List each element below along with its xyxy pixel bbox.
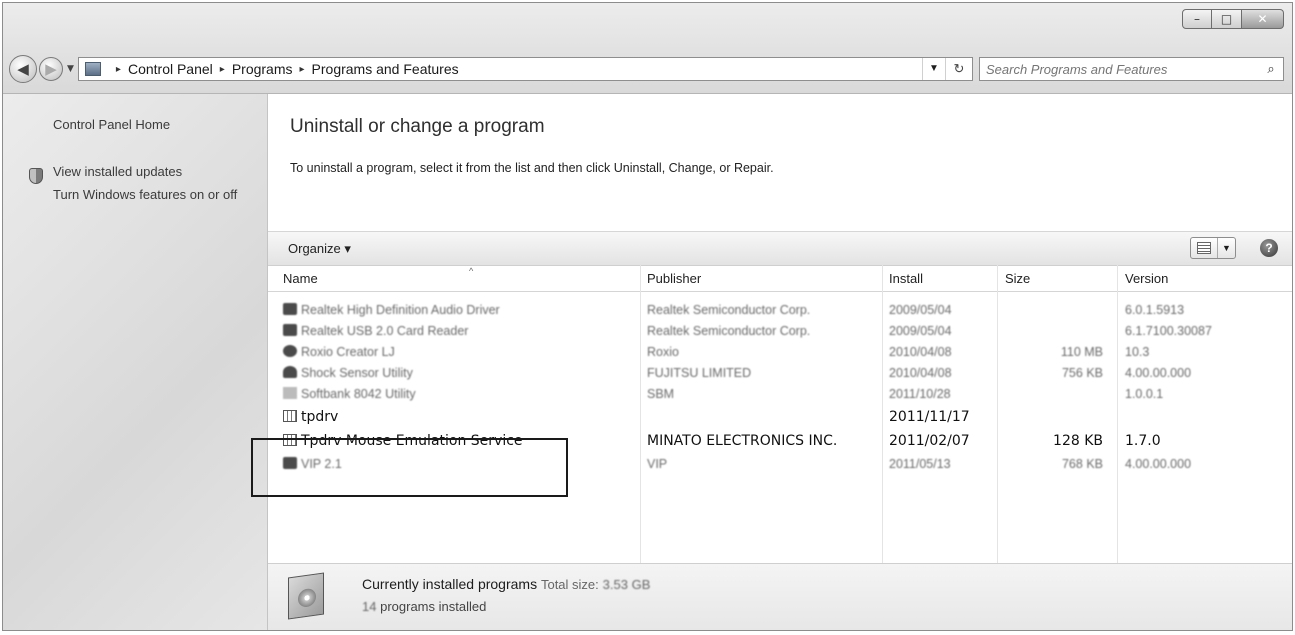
table-row[interactable]: Realtek High Definition Audio Driver Rea… <box>268 301 1292 322</box>
window-controls: – □ ✕ <box>1182 9 1284 29</box>
programs-and-features-window: – □ ✕ ◀ ▶ ▼ ▸ Control Panel ▸ Programs ▸… <box>2 2 1293 631</box>
control-panel-home-link[interactable]: Control Panel Home <box>53 117 170 132</box>
program-install-date: 2010/04/08 <box>889 366 952 380</box>
column-header-version[interactable]: Version <box>1125 271 1168 286</box>
program-publisher: Realtek Semiconductor Corp. <box>647 324 811 338</box>
details-summary: Currently installed programs Total size:… <box>362 576 650 592</box>
table-header: Name ^ Publisher Install Size Version <box>268 265 1292 292</box>
breadcrumb-separator-icon[interactable]: ▸ <box>300 64 305 75</box>
view-dropdown-icon[interactable]: ▼ <box>1218 238 1235 258</box>
breadcrumb-control-panel[interactable]: Control Panel <box>128 61 213 77</box>
program-name: tpdrv <box>301 409 339 425</box>
shield-icon <box>29 168 43 184</box>
program-name: Roxio Creator LJ <box>301 345 395 359</box>
left-navigation-pane: Control Panel Home View installed update… <box>3 94 268 630</box>
address-dropdown-icon[interactable]: ▼ <box>922 58 945 80</box>
column-header-publisher[interactable]: Publisher <box>647 271 701 286</box>
maximize-button[interactable]: □ <box>1212 9 1242 29</box>
window-chrome: – □ ✕ ◀ ▶ ▼ ▸ Control Panel ▸ Programs ▸… <box>3 3 1292 94</box>
search-box[interactable]: ⌕ <box>979 57 1284 81</box>
table-row[interactable]: Roxio Creator LJ Roxio 2010/04/08 110 MB… <box>268 343 1292 364</box>
installed-programs-icon <box>288 572 324 620</box>
view-installed-updates-link[interactable]: View installed updates <box>53 164 182 179</box>
program-version: 4.00.00.000 <box>1125 457 1192 471</box>
command-toolbar: Organize ▾ ▼ ? <box>268 231 1292 266</box>
audio-driver-icon <box>283 303 297 315</box>
program-version: 4.00.00.000 <box>1125 366 1192 380</box>
column-header-name[interactable]: Name ^ <box>283 266 473 286</box>
help-icon[interactable]: ? <box>1260 239 1278 257</box>
table-row[interactable]: Softbank 8042 Utility SBM 2011/10/28 1.0… <box>268 385 1292 406</box>
program-size: 756 KB <box>1061 366 1103 380</box>
back-button[interactable]: ◀ <box>9 55 37 83</box>
program-publisher: Realtek Semiconductor Corp. <box>647 303 811 317</box>
minimize-button[interactable]: – <box>1182 9 1212 29</box>
details-title: Currently installed programs <box>362 576 538 592</box>
program-name: Softbank 8042 Utility <box>301 387 416 401</box>
program-publisher: SBM <box>647 387 675 401</box>
windows-features-link[interactable]: Turn Windows features on or off <box>53 187 258 202</box>
recent-pages-dropdown[interactable]: ▼ <box>67 64 74 74</box>
highlight-annotation-box <box>251 438 568 497</box>
program-name: Realtek High Definition Audio Driver <box>301 303 500 317</box>
program-name: Shock Sensor Utility <box>301 366 413 380</box>
program-version: 6.0.1.5913 <box>1125 303 1185 317</box>
program-publisher: Roxio <box>647 345 679 359</box>
breadcrumb-separator-icon[interactable]: ▸ <box>116 64 121 75</box>
table-row[interactable]: Shock Sensor Utility FUJITSU LIMITED 201… <box>268 364 1292 385</box>
column-header-install[interactable]: Install <box>889 271 923 286</box>
program-install-date: 2009/05/04 <box>889 303 952 317</box>
program-size: 128 KB <box>1053 433 1103 449</box>
table-row[interactable]: tpdrv 2011/11/17 <box>268 407 1292 428</box>
address-bar[interactable]: ▸ Control Panel ▸ Programs ▸ Programs an… <box>77 57 973 81</box>
total-size-label: Total size: <box>540 577 599 592</box>
table-row[interactable]: Realtek USB 2.0 Card Reader Realtek Semi… <box>268 322 1292 343</box>
page-instructions: To uninstall a program, select it from t… <box>290 161 774 175</box>
program-install-date: 2011/02/07 <box>889 433 970 449</box>
page-title: Uninstall or change a program <box>290 116 545 137</box>
program-install-date: 2009/05/04 <box>889 324 952 338</box>
program-install-date: 2010/04/08 <box>889 345 952 359</box>
breadcrumb-programs-and-features[interactable]: Programs and Features <box>312 61 459 77</box>
details-pane: Currently installed programs Total size:… <box>268 563 1292 630</box>
program-install-date: 2011/05/13 <box>889 457 951 471</box>
forward-button[interactable]: ▶ <box>39 57 63 81</box>
details-view-icon[interactable] <box>1191 238 1218 258</box>
program-name: Realtek USB 2.0 Card Reader <box>301 324 469 338</box>
program-count-value: 14 <box>362 599 377 614</box>
shock-sensor-icon <box>283 366 297 378</box>
search-input[interactable] <box>980 60 1259 78</box>
refresh-icon[interactable]: ↻ <box>945 58 972 80</box>
program-version: 6.1.7100.30087 <box>1125 324 1212 338</box>
program-window-icon <box>283 410 297 422</box>
search-icon[interactable]: ⌕ <box>1259 61 1283 77</box>
navigation-row: ◀ ▶ ▼ ▸ Control Panel ▸ Programs ▸ Progr… <box>9 53 1284 85</box>
program-count-label: programs installed <box>380 599 487 614</box>
column-header-size[interactable]: Size <box>1005 271 1030 286</box>
breadcrumb-separator-icon[interactable]: ▸ <box>220 64 225 75</box>
utility-icon <box>283 387 297 399</box>
roxio-icon <box>283 345 297 357</box>
program-count: 14 programs installed <box>362 599 486 614</box>
program-version: 1.7.0 <box>1125 433 1161 449</box>
close-button[interactable]: ✕ <box>1242 9 1284 29</box>
card-reader-icon <box>283 324 297 336</box>
program-publisher: VIP <box>647 457 668 471</box>
column-header-name-label: Name <box>283 271 318 286</box>
organize-menu-button[interactable]: Organize ▾ <box>288 241 351 257</box>
program-size: 110 MB <box>1060 345 1103 359</box>
program-size: 768 KB <box>1061 457 1103 471</box>
control-panel-icon <box>84 62 101 76</box>
program-version: 10.3 <box>1125 345 1150 359</box>
total-size-value: 3.53 GB <box>602 577 651 592</box>
change-view-button[interactable]: ▼ <box>1190 237 1236 259</box>
program-publisher: FUJITSU LIMITED <box>647 366 752 380</box>
program-install-date: 2011/10/28 <box>889 387 951 401</box>
program-publisher: MINATO ELECTRONICS INC. <box>647 433 838 449</box>
program-install-date: 2011/11/17 <box>889 409 970 425</box>
program-version: 1.0.0.1 <box>1125 387 1164 401</box>
sort-ascending-icon: ^ <box>469 266 474 276</box>
main-content: Uninstall or change a program To uninsta… <box>251 94 1292 630</box>
breadcrumb-programs[interactable]: Programs <box>232 61 293 77</box>
